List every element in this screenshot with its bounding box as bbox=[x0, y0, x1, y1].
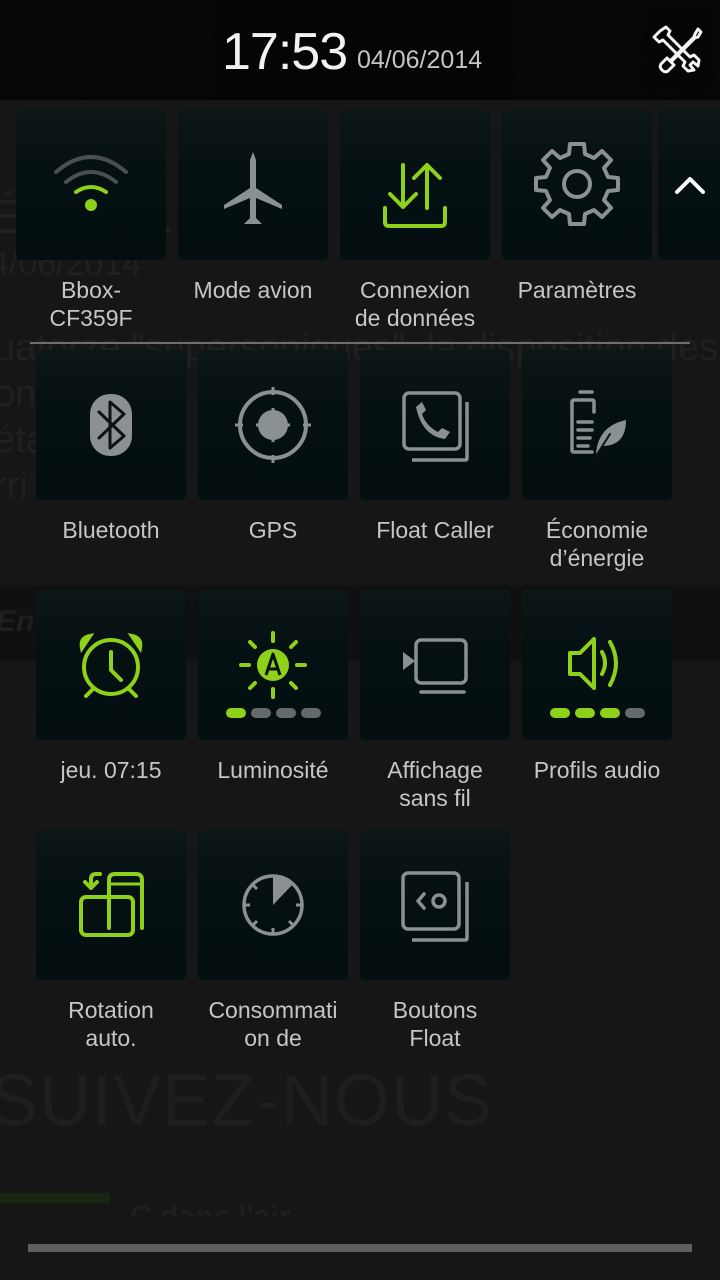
tile-gps-label: GPS bbox=[248, 517, 298, 543]
tile-power-saving[interactable] bbox=[522, 350, 672, 500]
clock-time: 17:53 bbox=[222, 23, 348, 81]
level-dot bbox=[275, 708, 296, 718]
tile-wireless-display[interactable] bbox=[360, 590, 510, 740]
tile-airplane-mode-label: Mode avion bbox=[193, 277, 313, 303]
gear-icon bbox=[534, 142, 620, 226]
wireless-display-icon bbox=[403, 638, 468, 694]
chevron-up-icon bbox=[675, 177, 705, 194]
tile-airplane-mode[interactable] bbox=[178, 110, 328, 260]
notification-header: 17:53 04/06/2014 bbox=[0, 0, 720, 100]
float-caller-icon bbox=[402, 391, 469, 462]
tile-float-caller-label: Float Caller bbox=[376, 517, 494, 543]
tile-auto-rotate-label: Rotation auto. bbox=[68, 997, 154, 1051]
auto-rotate-icon bbox=[79, 872, 144, 937]
tile-wireless-display-label: Affichage sans fil bbox=[387, 757, 483, 811]
tile-bluetooth[interactable] bbox=[36, 350, 186, 500]
tile-gps[interactable] bbox=[198, 350, 348, 500]
collapse-panel-button[interactable] bbox=[668, 165, 712, 205]
tools-icon bbox=[652, 25, 703, 74]
tile-wifi-label: Bbox- CF359F bbox=[49, 277, 133, 331]
tile-usage[interactable] bbox=[198, 830, 348, 980]
tile-wifi[interactable] bbox=[16, 110, 166, 260]
tile-usage-label: Consommati on de bbox=[208, 997, 338, 1051]
level-dot bbox=[624, 708, 645, 718]
level-dot bbox=[225, 708, 246, 718]
tile-audio-profile-label: Profils audio bbox=[533, 757, 661, 783]
volume-level-indicator bbox=[522, 708, 672, 718]
tile-bluetooth-label: Bluetooth bbox=[62, 517, 160, 543]
level-dot bbox=[250, 708, 271, 718]
tile-float-caller[interactable] bbox=[360, 350, 510, 500]
brightness-level-indicator bbox=[198, 708, 348, 718]
background-big-heading: SUIVEZ-NOUS bbox=[0, 1061, 494, 1141]
gps-icon bbox=[235, 387, 311, 463]
tile-brightness[interactable] bbox=[198, 590, 348, 740]
tile-auto-rotate[interactable] bbox=[36, 830, 186, 980]
level-dot bbox=[300, 708, 321, 718]
tile-mobile-data[interactable] bbox=[340, 110, 490, 260]
section-divider bbox=[30, 342, 690, 344]
tile-settings-label: Paramètres bbox=[517, 277, 637, 303]
settings-shortcut-button[interactable] bbox=[644, 8, 714, 92]
tile-brightness-label: Luminosité bbox=[217, 757, 329, 783]
panel-drag-handle[interactable] bbox=[28, 1244, 692, 1252]
float-buttons-icon bbox=[401, 871, 469, 942]
data-transfer-icon bbox=[383, 163, 447, 228]
alarm-clock-icon bbox=[79, 633, 143, 698]
level-dot bbox=[574, 708, 595, 718]
level-dot bbox=[549, 708, 570, 718]
clock-date: 04/06/2014 bbox=[357, 46, 483, 74]
bluetooth-icon bbox=[90, 394, 132, 456]
airplane-icon bbox=[224, 152, 282, 224]
wifi-icon bbox=[54, 155, 128, 211]
usage-timer-icon bbox=[242, 874, 304, 936]
power-saving-icon bbox=[570, 390, 626, 457]
background-green-bar bbox=[0, 1193, 110, 1203]
tile-alarm[interactable] bbox=[36, 590, 186, 740]
tile-audio-profile[interactable] bbox=[522, 590, 672, 740]
tile-float-buttons-label: Boutons Float bbox=[392, 997, 478, 1051]
tile-mobile-data-label: Connexion de données bbox=[354, 277, 476, 331]
tile-float-buttons[interactable] bbox=[360, 830, 510, 980]
tile-settings[interactable] bbox=[502, 110, 652, 260]
tile-alarm-label: jeu. 07:15 bbox=[60, 757, 162, 783]
tile-power-saving-label: Économie d’énergie bbox=[545, 517, 649, 571]
background-paragraph-line: rri bbox=[0, 465, 28, 507]
level-dot bbox=[599, 708, 620, 718]
